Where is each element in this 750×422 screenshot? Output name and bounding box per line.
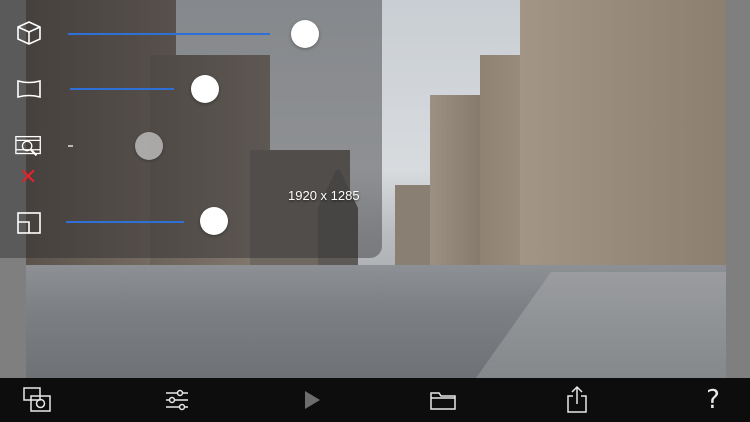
- cube-icon[interactable]: [14, 18, 44, 48]
- crop-frame-icon[interactable]: [14, 208, 44, 238]
- building-right-near: [520, 0, 726, 285]
- resolution-label: 1920 x 1285: [288, 188, 360, 203]
- share-icon[interactable]: [560, 384, 594, 416]
- slider-3-track: [68, 145, 73, 147]
- panorama-icon[interactable]: [14, 74, 44, 104]
- slider-2-track[interactable]: [70, 88, 174, 90]
- folder-icon[interactable]: [426, 384, 460, 416]
- photos-camera-icon[interactable]: [20, 384, 54, 416]
- bottom-toolbar: ?: [0, 378, 750, 422]
- help-button[interactable]: ?: [696, 384, 730, 416]
- film-search-icon[interactable]: [14, 131, 44, 161]
- slider-1-knob[interactable]: [290, 20, 319, 48]
- right-edge: [726, 0, 750, 378]
- slider-3-knob: [135, 132, 164, 160]
- play-icon[interactable]: [295, 384, 329, 416]
- sliders-icon[interactable]: [160, 384, 194, 416]
- slider-4-track[interactable]: [66, 221, 184, 223]
- x-icon[interactable]: ✕: [19, 165, 37, 190]
- slider-4-knob[interactable]: [199, 207, 228, 235]
- slider-2-knob[interactable]: [190, 75, 219, 103]
- adjustment-panel: ✕ 1920 x 1285: [0, 0, 382, 258]
- slider-1-track[interactable]: [68, 33, 270, 35]
